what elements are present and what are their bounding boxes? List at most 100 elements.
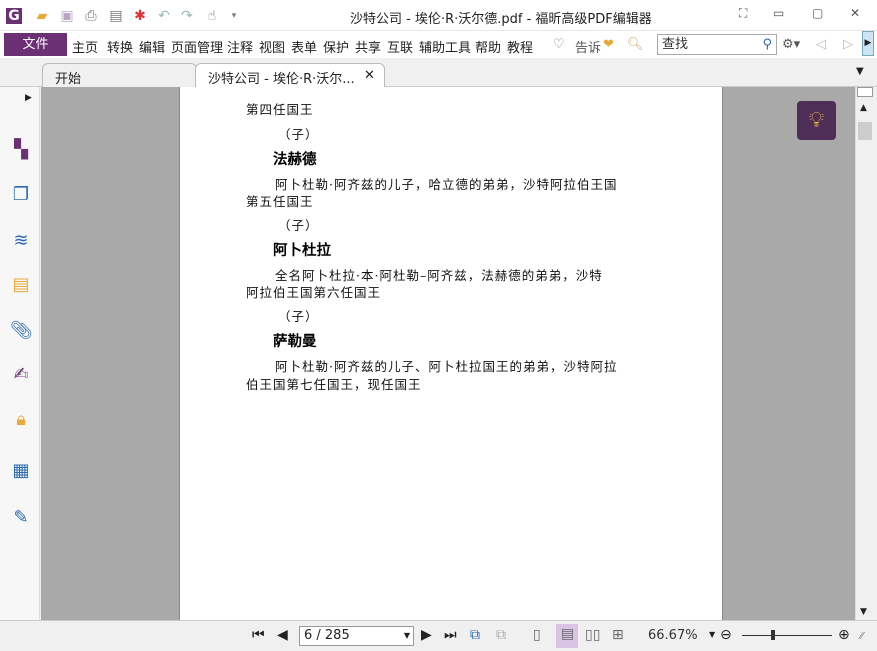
pages-thumbnail-icon[interactable]: ❐ (10, 184, 32, 206)
menu-accessibility[interactable]: 辅助工具 (419, 37, 471, 56)
resize-grip-icon[interactable]: ⁄⁄ (860, 631, 863, 642)
redo-icon[interactable]: ↷ (179, 8, 195, 24)
heart-icon[interactable]: ❤ (603, 37, 614, 52)
continuous-page-button[interactable]: ▤ (556, 624, 578, 648)
continuous-facing-icon[interactable]: ⊞ (612, 627, 624, 643)
tab-list-dropdown-icon[interactable]: ▼ (856, 66, 864, 77)
menu-home[interactable]: 主页 (72, 37, 98, 56)
find-folder-icon[interactable]: 🔍︎ (627, 37, 644, 52)
menu-protect[interactable]: 保护 (323, 37, 349, 56)
tips-lightbulb-button[interactable]: 💡︎ (797, 101, 836, 140)
status-bar: ⏮ ◀ 6 / 285 ▼ ▶ ⏭ ⧉ ⧉ ▯ ▤ ▯▯ ⊞ 66.67% ▼ ⊖… (0, 620, 877, 651)
search-icon[interactable]: ⚲ (762, 35, 772, 54)
ribbon-forward-icon[interactable]: ▷ (843, 37, 853, 52)
zoom-in-icon[interactable]: ⊕ (838, 627, 850, 643)
customize-quick-access-icon[interactable]: ▾ (226, 8, 242, 24)
last-page-icon[interactable]: ⏭ (444, 627, 457, 643)
menu-share[interactable]: 共享 (355, 37, 381, 56)
close-tab-icon[interactable]: ✕ (364, 68, 375, 83)
print-icon[interactable]: ⎙ (83, 8, 99, 24)
tab-label: 开始 (55, 72, 82, 87)
next-view-icon[interactable]: ⧉ (496, 627, 506, 643)
menu-comment[interactable]: 注释 (227, 37, 253, 56)
bookmark-icon[interactable]: ▚ (10, 139, 32, 161)
scroll-up-icon[interactable]: ▲ (860, 103, 867, 113)
comments-icon[interactable]: ▤ (10, 274, 32, 296)
menu-view[interactable]: 视图 (259, 37, 285, 56)
form-fields-icon[interactable]: ▦ (10, 460, 32, 482)
zoom-slider-thumb[interactable] (771, 630, 775, 640)
page-number-value: 6 / 285 (304, 628, 350, 643)
previous-view-icon[interactable]: ⧉ (470, 627, 480, 643)
zoom-dropdown-icon[interactable]: ▼ (709, 630, 715, 639)
certificate-icon[interactable]: ✎ (10, 507, 32, 529)
split-handle[interactable] (857, 87, 873, 97)
ribbon-menu: 文件 主页 转换 编辑 页面管理 注释 视图 表单 保护 共享 互联 辅助工具 … (0, 31, 877, 58)
title-bar: G ▰ ▣ ⎙ ▤ ✱ ↶ ↷ ☝ ▾ 沙特公司 - 埃伦·R·沃尔德.pdf … (0, 0, 877, 31)
page-heading: 法赫德 (273, 152, 317, 168)
expand-sidebar-icon[interactable]: ▶ (25, 93, 32, 103)
close-button[interactable]: ✕ (850, 6, 860, 20)
tab-start[interactable]: 开始 (42, 63, 197, 87)
menu-edit[interactable]: 编辑 (139, 37, 165, 56)
menu-form[interactable]: 表单 (291, 37, 317, 56)
menu-tutorial[interactable]: 教程 (507, 37, 533, 56)
page-heading: 阿卜杜拉 (273, 243, 331, 259)
open-icon[interactable]: ▰ (34, 8, 50, 24)
menu-help[interactable]: 帮助 (475, 37, 501, 56)
fullscreen-icon[interactable]: ⛶ (739, 6, 747, 21)
navigation-sidebar: ▶ ▚ ❐ ≋ ▤ 📎︎ ✍ 🔒︎ ▦ ✎ (0, 87, 40, 620)
page-subheading: （子） (278, 218, 319, 233)
scan-icon[interactable]: ▤ (108, 8, 124, 24)
page-subheading: （子） (278, 127, 319, 142)
previous-page-icon[interactable]: ◀ (277, 627, 288, 643)
layers-icon[interactable]: ≋ (10, 230, 32, 252)
continuous-page-icon: ▤ (561, 626, 575, 642)
zoom-slider[interactable] (742, 635, 832, 636)
page-text-line: 伯王国第七任国王，现任国王 (246, 377, 422, 392)
zoom-level[interactable]: 66.67% (648, 628, 698, 643)
search-placeholder: 查找 (662, 37, 689, 52)
page-text-line: 阿拉伯王国第六任国王 (246, 285, 382, 300)
document-viewport[interactable]: 第四任国王 （子） 法赫德 阿卜杜勒·阿齐兹的儿子，哈立德的弟弟，沙特阿拉伯王国… (41, 87, 855, 620)
file-menu-button[interactable]: 文件 (4, 33, 67, 56)
maximize-button[interactable]: ▢ (812, 6, 823, 20)
pdf-page: 第四任国王 （子） 法赫德 阿卜杜勒·阿齐兹的儿子，哈立德的弟弟，沙特阿拉伯王国… (179, 87, 723, 620)
menu-convert[interactable]: 转换 (107, 37, 133, 56)
scrollbar-thumb[interactable] (858, 122, 872, 140)
settings-gear-icon[interactable]: ⚙▾ (782, 37, 800, 52)
page-dropdown-icon[interactable]: ▼ (404, 627, 410, 645)
vertical-scrollbar[interactable]: ▲ ▼ (855, 87, 873, 620)
page-subheading: （子） (278, 309, 319, 324)
signature-icon[interactable]: ✍ (10, 364, 32, 386)
window-title: 沙特公司 - 埃伦·R·沃尔德.pdf - 福昕高级PDF编辑器 (350, 12, 652, 27)
ribbon-scroll-right-button[interactable]: ▶ (862, 31, 874, 56)
facing-page-icon[interactable]: ▯▯ (585, 627, 600, 643)
search-input[interactable]: 查找 ⚲ (657, 34, 777, 55)
minimize-button[interactable]: ▭ (773, 6, 784, 20)
next-page-icon[interactable]: ▶ (421, 627, 432, 643)
tab-bar: 开始 沙特公司 - 埃伦·R·沃尔... ✕ ▼ (0, 58, 877, 87)
single-page-icon[interactable]: ▯ (533, 627, 541, 643)
scroll-down-icon[interactable]: ▼ (860, 607, 867, 617)
ribbon-back-icon[interactable]: ◁ (816, 37, 826, 52)
page-number-input[interactable]: 6 / 285 ▼ (299, 626, 414, 646)
tell-me-label[interactable]: 告诉 (575, 37, 601, 56)
menu-connect[interactable]: 互联 (387, 37, 413, 56)
new-icon[interactable]: ✱ (132, 8, 148, 24)
undo-icon[interactable]: ↶ (156, 8, 172, 24)
page-text-line: 第五任国王 (246, 194, 314, 209)
save-icon[interactable]: ▣ (59, 8, 75, 24)
first-page-icon[interactable]: ⏮ (252, 627, 265, 643)
menu-page-management[interactable]: 页面管理 (171, 37, 223, 56)
page-text-line: 阿卜杜勒·阿齐兹的儿子、阿卜杜拉国王的弟弟，沙特阿拉 (275, 359, 618, 374)
tab-label: 沙特公司 - 埃伦·R·沃尔... (208, 72, 355, 87)
hand-tool-icon[interactable]: ☝ (204, 8, 220, 24)
security-lock-icon[interactable]: 🔒︎ (10, 409, 32, 431)
zoom-out-icon[interactable]: ⊖ (720, 627, 732, 643)
tab-document[interactable]: 沙特公司 - 埃伦·R·沃尔... ✕ (195, 63, 385, 87)
lightbulb-icon[interactable]: ♡ (553, 37, 565, 52)
page-heading: 萨勒曼 (273, 334, 317, 350)
attachment-icon[interactable]: 📎︎ (10, 320, 33, 342)
page-text-line: 第四任国王 (246, 102, 314, 117)
